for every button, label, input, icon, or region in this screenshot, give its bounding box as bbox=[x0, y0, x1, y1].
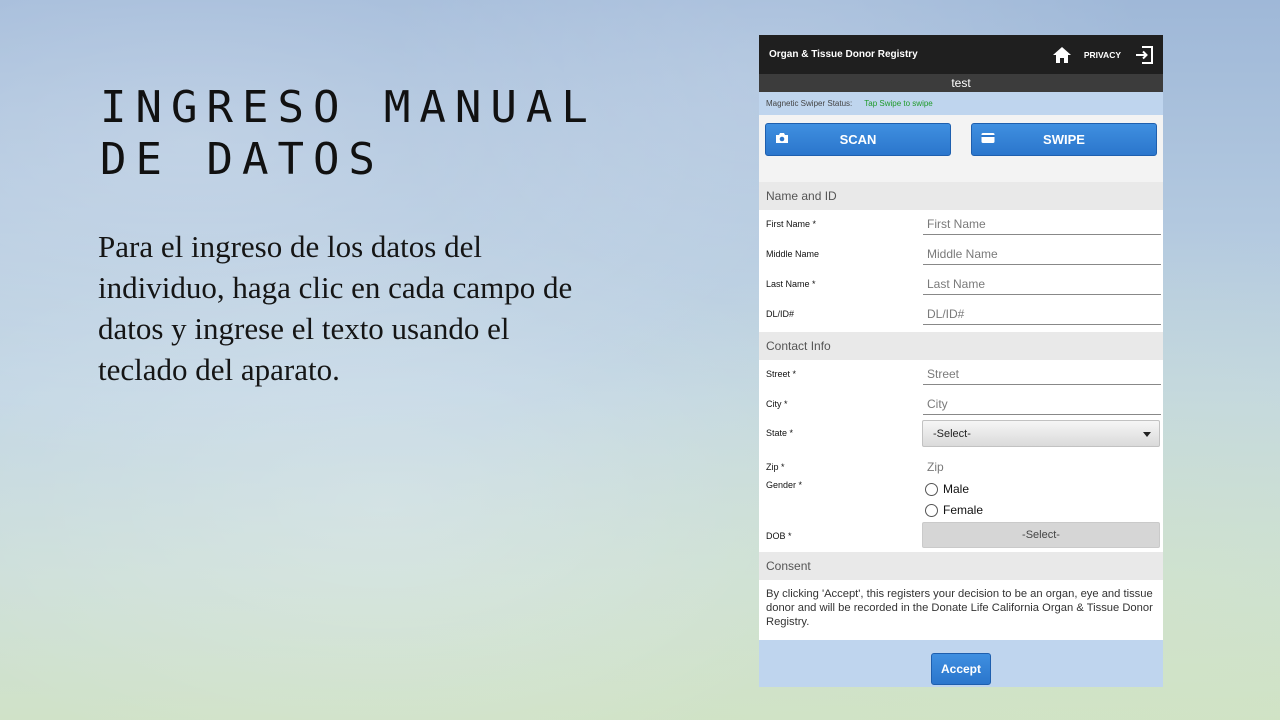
exit-icon[interactable] bbox=[1135, 45, 1153, 64]
gender-row: Gender * Male Female bbox=[759, 476, 1163, 520]
middle-name-row: Middle Name Middle Name bbox=[759, 240, 1163, 270]
gender-label: Gender * bbox=[766, 480, 803, 490]
first-name-row: First Name * First Name bbox=[759, 210, 1163, 240]
gender-male-radio[interactable]: Male bbox=[925, 482, 969, 496]
street-label: Street * bbox=[766, 369, 797, 379]
middle-name-field[interactable]: Middle Name bbox=[923, 243, 1161, 265]
swipe-button[interactable]: SWIPE bbox=[971, 123, 1157, 156]
city-field[interactable]: City bbox=[923, 393, 1161, 415]
capture-buttons: SCAN SWIPE bbox=[759, 115, 1163, 182]
zip-label: Zip * bbox=[766, 462, 785, 472]
radio-circle-icon bbox=[925, 482, 938, 496]
section-consent: Consent bbox=[759, 552, 1163, 580]
scan-button[interactable]: SCAN bbox=[765, 123, 951, 156]
environment-banner: test bbox=[759, 74, 1163, 92]
dl-id-row: DL/ID# DL/ID# bbox=[759, 300, 1163, 332]
zip-field[interactable]: Zip bbox=[923, 456, 1161, 478]
swipe-button-label: SWIPE bbox=[1043, 132, 1085, 147]
last-name-row: Last Name * Last Name bbox=[759, 270, 1163, 300]
swiper-status: Magnetic Swiper Status: Tap Swipe to swi… bbox=[759, 92, 1163, 115]
consent-text: By clicking 'Accept', this registers you… bbox=[759, 580, 1163, 640]
dropdown-caret-icon bbox=[1143, 432, 1151, 437]
swiper-status-value: Tap Swipe to swipe bbox=[864, 99, 933, 108]
zip-row: Zip * Zip bbox=[759, 452, 1163, 478]
slide-title: INGRESO MANUAL DE DATOS bbox=[100, 82, 597, 185]
privacy-link[interactable]: PRIVACY bbox=[1084, 50, 1121, 60]
app-header: Organ & Tissue Donor Registry PRIVACY bbox=[759, 35, 1163, 74]
swiper-status-label: Magnetic Swiper Status: bbox=[766, 99, 853, 108]
city-row: City * City bbox=[759, 390, 1163, 420]
middle-name-label: Middle Name bbox=[766, 249, 820, 259]
home-icon[interactable] bbox=[1052, 46, 1072, 64]
street-row: Street * Street bbox=[759, 360, 1163, 390]
state-select-value: -Select- bbox=[933, 428, 971, 440]
accept-button[interactable]: Accept bbox=[931, 653, 991, 685]
first-name-field[interactable]: First Name bbox=[923, 213, 1161, 235]
dob-label: DOB * bbox=[766, 531, 792, 541]
section-contact-info: Contact Info bbox=[759, 332, 1163, 360]
state-label: State * bbox=[766, 428, 794, 438]
state-select[interactable]: -Select- bbox=[922, 420, 1160, 447]
first-name-label: First Name * bbox=[766, 219, 817, 229]
dl-id-field[interactable]: DL/ID# bbox=[923, 303, 1161, 325]
card-icon bbox=[981, 133, 995, 143]
dob-row: DOB * -Select- bbox=[759, 520, 1163, 552]
camera-icon bbox=[776, 133, 788, 143]
last-name-field[interactable]: Last Name bbox=[923, 273, 1161, 295]
dob-select[interactable]: -Select- bbox=[922, 522, 1160, 548]
city-label: City * bbox=[766, 399, 788, 409]
app-title: Organ & Tissue Donor Registry bbox=[769, 49, 918, 60]
gender-female-label: Female bbox=[943, 503, 984, 517]
slide-body-text: Para el ingreso de los datos del individ… bbox=[98, 229, 573, 387]
street-field[interactable]: Street bbox=[923, 363, 1161, 385]
gender-male-label: Male bbox=[943, 482, 970, 496]
consent-footer: Accept bbox=[759, 640, 1163, 687]
scan-button-label: SCAN bbox=[839, 132, 877, 147]
section-name-and-id: Name and ID bbox=[759, 182, 1163, 210]
gender-female-radio[interactable]: Female bbox=[925, 503, 983, 517]
dl-id-label: DL/ID# bbox=[766, 309, 795, 319]
state-row: State * -Select- bbox=[759, 420, 1163, 452]
app-screenshot: Organ & Tissue Donor Registry PRIVACY te… bbox=[759, 35, 1163, 687]
radio-circle-icon bbox=[925, 503, 938, 517]
last-name-label: Last Name * bbox=[766, 279, 816, 289]
